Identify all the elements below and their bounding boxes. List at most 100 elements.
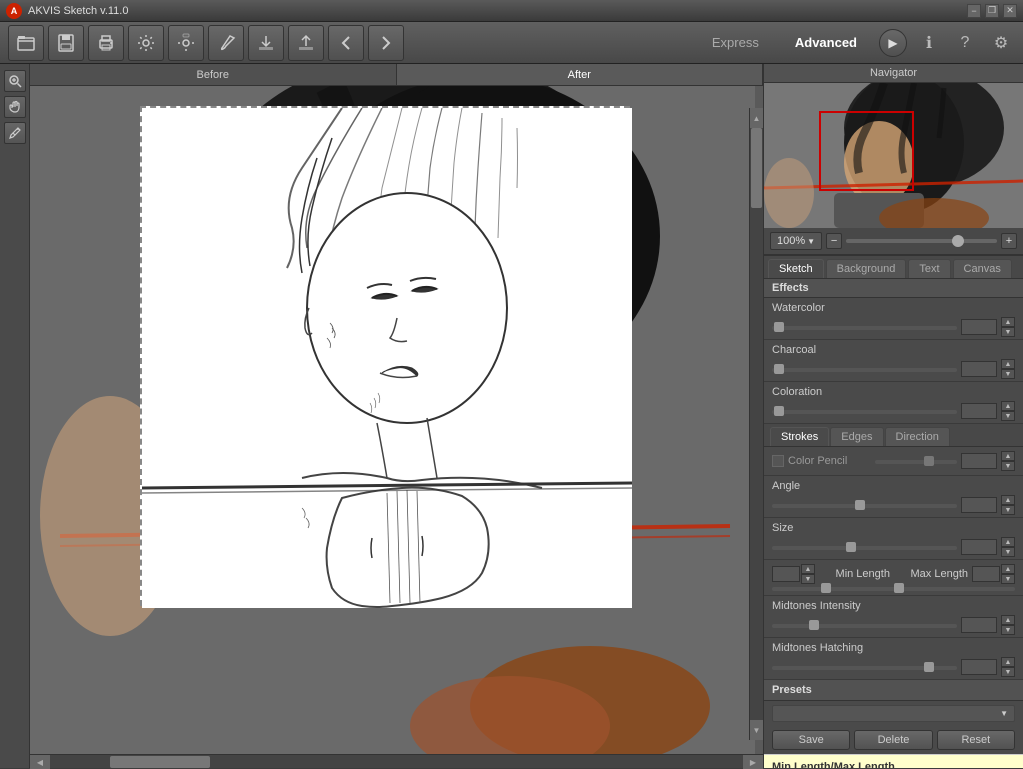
eyedropper-tool-button[interactable]	[4, 122, 26, 144]
coloration-slider-thumb[interactable]	[774, 406, 784, 416]
midtones-hatching-value[interactable]: 41	[961, 659, 997, 675]
presets-dropdown[interactable]: ▼	[772, 705, 1015, 722]
advanced-mode-button[interactable]: Advanced	[781, 31, 871, 54]
navigator-preview[interactable]	[764, 83, 1023, 228]
left-tools-panel	[0, 64, 30, 768]
max-length-decrement[interactable]: ▼	[1001, 574, 1015, 584]
canvas-content[interactable]: ▲ ▼	[30, 86, 763, 754]
express-mode-button[interactable]: Express	[698, 31, 773, 54]
midtones-hatching-decrement[interactable]: ▼	[1001, 667, 1015, 677]
restore-button[interactable]: ❐	[985, 4, 999, 18]
color-pencil-increment[interactable]: ▲	[1001, 451, 1015, 461]
coloration-value[interactable]: 0	[961, 403, 997, 419]
minimize-button[interactable]: −	[967, 4, 981, 18]
preferences-button[interactable]: ⚙	[987, 29, 1015, 57]
min-length-decrement[interactable]: ▼	[801, 574, 815, 584]
size-decrement[interactable]: ▼	[1001, 547, 1015, 557]
angle-value[interactable]: 45	[961, 497, 997, 513]
coloration-decrement[interactable]: ▼	[1001, 411, 1015, 421]
zoom-tool-button[interactable]	[4, 70, 26, 92]
watercolor-slider-thumb[interactable]	[774, 322, 784, 332]
angle-slider-thumb[interactable]	[855, 500, 865, 510]
before-tab[interactable]: Before	[30, 64, 397, 85]
zoom-slider[interactable]	[846, 239, 997, 243]
min-length-input[interactable]: 4	[772, 566, 800, 582]
min-length-increment[interactable]: ▲	[801, 564, 815, 574]
after-tab[interactable]: After	[397, 64, 764, 85]
midtones-intensity-value[interactable]: 4	[961, 617, 997, 633]
color-pencil-slider-thumb[interactable]	[924, 456, 934, 466]
play-button[interactable]: ▶	[879, 29, 907, 57]
tab-background[interactable]: Background	[826, 259, 907, 278]
tab-sketch[interactable]: Sketch	[768, 259, 824, 278]
size-slider[interactable]	[772, 546, 957, 550]
angle-decrement[interactable]: ▼	[1001, 505, 1015, 515]
zoom-slider-thumb[interactable]	[952, 235, 964, 247]
forward-button[interactable]	[368, 25, 404, 61]
presets-delete-button[interactable]: Delete	[854, 730, 932, 750]
midtones-hatching-slider-thumb[interactable]	[924, 662, 934, 672]
tab-edges[interactable]: Edges	[830, 427, 883, 446]
midtones-intensity-decrement[interactable]: ▼	[1001, 625, 1015, 635]
charcoal-increment[interactable]: ▲	[1001, 359, 1015, 369]
charcoal-slider[interactable]	[772, 368, 957, 372]
tab-canvas[interactable]: Canvas	[953, 259, 1012, 278]
watercolor-decrement[interactable]: ▼	[1001, 327, 1015, 337]
coloration-increment[interactable]: ▲	[1001, 401, 1015, 411]
print-button[interactable]	[88, 25, 124, 61]
min-length-slider-thumb[interactable]	[821, 583, 831, 593]
max-length-increment[interactable]: ▲	[1001, 564, 1015, 574]
angle-slider[interactable]	[772, 504, 957, 508]
color-pencil-checkbox[interactable]	[772, 455, 784, 467]
angle-increment[interactable]: ▲	[1001, 495, 1015, 505]
presets-reset-button[interactable]: Reset	[937, 730, 1015, 750]
zoom-plus-button[interactable]: +	[1001, 233, 1017, 249]
watercolor-value[interactable]: 0	[961, 319, 997, 335]
hand-tool-button[interactable]	[4, 96, 26, 118]
watercolor-slider[interactable]	[772, 326, 957, 330]
color-pencil-slider[interactable]	[875, 460, 958, 464]
midtones-intensity-slider-thumb[interactable]	[809, 620, 819, 630]
angle-param: Angle 45 ▲ ▼	[764, 476, 1023, 518]
max-length-input[interactable]: 10	[972, 566, 1000, 582]
presets-save-button[interactable]: Save	[772, 730, 850, 750]
info-button[interactable]: ℹ	[915, 29, 943, 57]
tab-direction[interactable]: Direction	[885, 427, 950, 446]
zoom-dropdown-arrow[interactable]: ▼	[807, 237, 815, 246]
settings2-button[interactable]	[168, 25, 204, 61]
tab-text[interactable]: Text	[908, 259, 950, 278]
midtones-hatching-increment[interactable]: ▲	[1001, 657, 1015, 667]
charcoal-decrement[interactable]: ▼	[1001, 369, 1015, 379]
midtones-intensity-slider[interactable]	[772, 624, 957, 628]
settings-button[interactable]	[128, 25, 164, 61]
charcoal-value[interactable]: 0	[961, 361, 997, 377]
close-button[interactable]: ✕	[1003, 4, 1017, 18]
navigator-viewport-box[interactable]	[819, 111, 914, 191]
midtones-hatching-slider[interactable]	[772, 666, 957, 670]
tab-strokes[interactable]: Strokes	[770, 427, 829, 446]
charcoal-label: Charcoal	[772, 344, 1015, 356]
save-button[interactable]	[48, 25, 84, 61]
midtones-intensity-arrows: ▲ ▼	[1001, 615, 1015, 635]
import-button[interactable]	[248, 25, 284, 61]
vertical-scrollbar[interactable]: ▲ ▼	[749, 108, 763, 740]
color-pencil-value[interactable]: 13	[961, 453, 997, 469]
open-button[interactable]	[8, 25, 44, 61]
coloration-slider[interactable]	[772, 410, 957, 414]
size-value[interactable]: 8	[961, 539, 997, 555]
horizontal-scrollbar[interactable]: ◀ ▶	[30, 754, 763, 768]
export-button[interactable]	[288, 25, 324, 61]
size-increment[interactable]: ▲	[1001, 537, 1015, 547]
max-length-slider-thumb[interactable]	[894, 583, 904, 593]
brush-button[interactable]	[208, 25, 244, 61]
watercolor-increment[interactable]: ▲	[1001, 317, 1015, 327]
back-button[interactable]	[328, 25, 364, 61]
minmax-slider[interactable]	[772, 587, 1015, 591]
min-length-input-group: 4 ▲ ▼	[772, 564, 815, 584]
charcoal-slider-thumb[interactable]	[774, 364, 784, 374]
midtones-intensity-increment[interactable]: ▲	[1001, 615, 1015, 625]
zoom-minus-button[interactable]: −	[826, 233, 842, 249]
help-button[interactable]: ?	[951, 29, 979, 57]
color-pencil-decrement[interactable]: ▼	[1001, 461, 1015, 471]
size-slider-thumb[interactable]	[846, 542, 856, 552]
